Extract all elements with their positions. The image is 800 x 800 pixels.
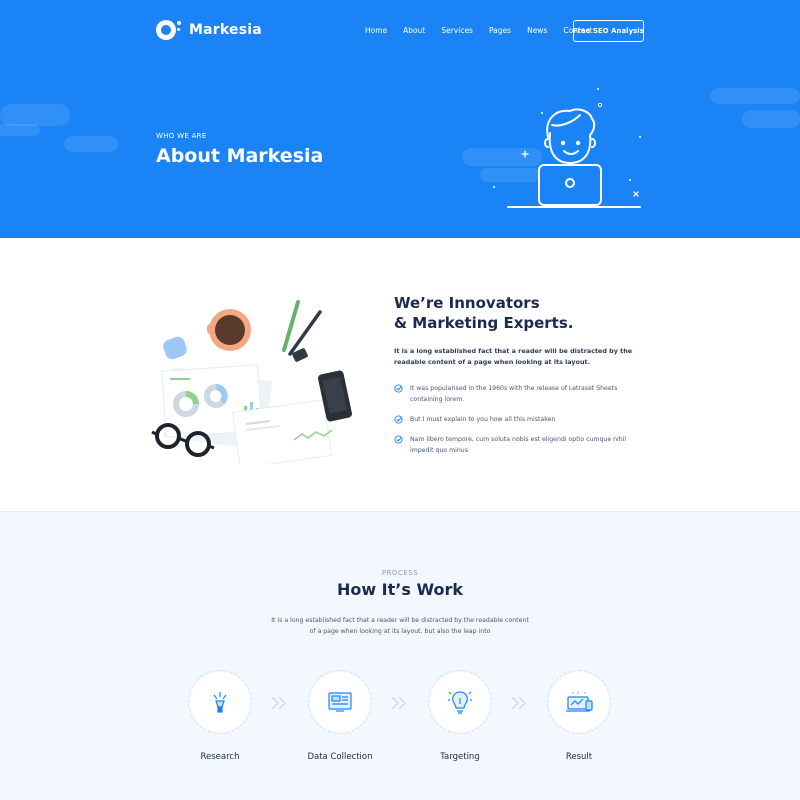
cloud-decoration — [64, 136, 118, 152]
step-ring — [308, 670, 372, 734]
process-eyebrow: PROCESS — [381, 569, 419, 577]
hero-eyebrow: WHO WE ARE — [156, 132, 207, 140]
checklist-text: It was popularised in the 1960s with the… — [410, 385, 618, 403]
check-circle-icon — [394, 384, 403, 393]
cloud-decoration — [742, 110, 800, 128]
step-label: Result — [565, 752, 593, 762]
check-circle-icon — [394, 435, 403, 444]
logo-mark-icon — [156, 20, 176, 40]
step-label: Data Collection — [307, 752, 373, 762]
desk-workspace-icon — [151, 300, 352, 464]
process-title: How It’s Work — [336, 580, 464, 599]
nav-link-home[interactable]: Home — [365, 26, 387, 35]
top-navigation: Markesia Home About Services Pages News … — [0, 0, 800, 62]
result-icon — [566, 691, 593, 712]
process-step-research: Research — [165, 670, 275, 780]
step-ring — [547, 670, 611, 734]
about-title: We’re Innovators & Marketing Experts. — [394, 293, 573, 333]
person-with-laptop-icon — [493, 88, 641, 208]
step-ring — [428, 670, 492, 734]
process-step-targeting: Targeting — [405, 670, 515, 780]
logo-text: Markesia — [189, 22, 262, 38]
about-checklist: It was popularised in the 1960s with the… — [394, 383, 644, 465]
process-description: It is a long established fact that a rea… — [271, 617, 529, 635]
page-title: About Markesia — [156, 145, 324, 167]
step-label: Research — [200, 752, 240, 762]
about-lead-text: It is a long established fact that a rea… — [394, 347, 633, 366]
cloud-decoration — [0, 104, 70, 126]
data-collection-icon — [328, 692, 352, 712]
about-title-line1: We’re Innovators — [394, 294, 540, 312]
about-section: We’re Innovators & Marketing Experts. It… — [0, 238, 800, 511]
list-item: Nam libero tempore, cum soluta nobis est… — [394, 434, 644, 456]
step-circle — [430, 672, 490, 732]
checklist-text: Nam libero tempore, cum soluta nobis est… — [410, 436, 627, 454]
research-icon — [213, 692, 227, 713]
step-circle — [310, 672, 370, 732]
nav-links: Home About Services Pages News Contact — [365, 26, 609, 35]
nav-link-news[interactable]: News — [527, 26, 547, 35]
logo-dot — [177, 28, 180, 31]
about-title-line2: & Marketing Experts. — [394, 314, 574, 332]
step-circle — [190, 672, 250, 732]
list-item: It was popularised in the 1960s with the… — [394, 383, 644, 405]
cloud-decoration — [0, 124, 40, 136]
process-step-result: Result — [524, 670, 634, 780]
nav-link-services[interactable]: Services — [441, 26, 473, 35]
logo[interactable]: Markesia — [156, 20, 262, 40]
nav-link-about[interactable]: About — [403, 26, 425, 35]
list-item: But I must explain to you how all this m… — [394, 414, 644, 425]
cloud-decoration — [710, 88, 800, 104]
logo-dot — [177, 21, 181, 25]
process-step-data-collection: Data Collection — [285, 670, 395, 780]
hero-banner: Markesia Home About Services Pages News … — [0, 0, 800, 238]
check-circle-icon — [394, 415, 403, 424]
step-ring — [188, 670, 252, 734]
free-seo-analysis-button[interactable]: Free SEO Analysis — [573, 20, 644, 42]
targeting-icon — [448, 691, 472, 714]
step-label: Targeting — [440, 752, 480, 762]
nav-link-pages[interactable]: Pages — [489, 26, 511, 35]
process-section: PROCESS How It’s Work It is a long estab… — [0, 511, 800, 800]
checklist-text: But I must explain to you how all this m… — [410, 416, 556, 423]
step-circle — [549, 672, 609, 732]
